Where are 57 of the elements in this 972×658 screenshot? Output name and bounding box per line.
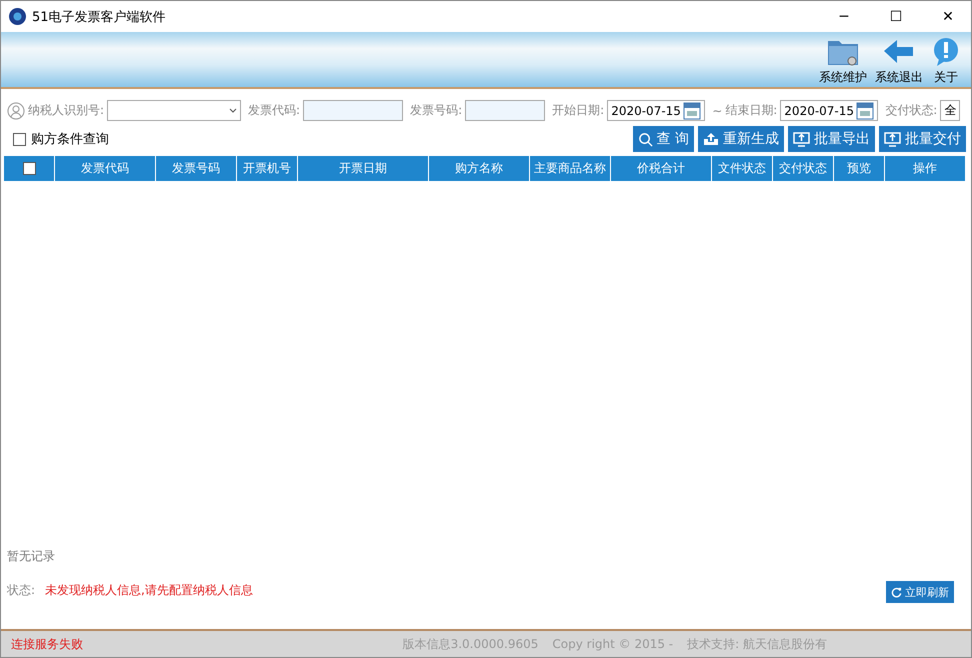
field-label: 纳税人识别号: [28,102,104,119]
app-logo-icon [9,8,26,25]
status-label: 状态: [7,582,36,599]
window-control-button[interactable]: ─ [821,1,867,32]
connection-status: 连接服务失败 [11,636,83,652]
column-header: 开票机号 [243,160,291,177]
support-text: 技术支持: 航天信息股份有 [687,636,827,652]
field-label: 结束日期: [725,102,778,119]
checkbox-label: 购方条件查询 [31,131,110,148]
column-header: 购方名称 [455,160,503,177]
column-header: 开票日期 [339,160,387,177]
search-icon [638,132,653,146]
refresh-icon [891,586,902,598]
field-label: 开始日期: [552,102,604,119]
action-button[interactable]: 批量交付 [879,126,966,152]
column-header: 主要商品名称 [534,160,606,177]
field-label: 发票号码: [410,102,462,119]
copyright-text: Copy right © 2015 - [552,637,674,651]
window-control-button[interactable]: ✕ [925,1,971,32]
upload-tray-icon [703,132,719,146]
window-control-button[interactable]: ☐ [873,1,919,32]
field-label: 交付状态: [885,102,938,119]
refresh-button[interactable]: 立即刷新 [886,581,954,603]
monitor-upload-icon [884,132,901,146]
invoice-code-field[interactable] [303,100,404,121]
start-date-field[interactable]: 2020-07-15 [607,100,706,121]
field-label: 发票代码: [248,102,300,119]
checkbox[interactable] [13,132,26,146]
invoice-number-field[interactable] [465,100,546,121]
calendar-icon[interactable] [683,102,702,120]
column-header: 预览 [847,160,871,177]
column-header: 文件状态 [718,160,766,177]
taxpayer-id-dropdown[interactable] [107,100,242,121]
status-message: 未发现纳税人信息,请先配置纳税人信息 [45,582,253,599]
person-icon [7,102,25,120]
caret-icon [229,108,238,113]
window-title: 51电子发票客户端软件 [32,8,167,26]
toolbar-button[interactable]: 系统维护 [819,37,867,86]
column-header: 操作 [913,160,937,177]
calendar-icon[interactable] [856,102,874,120]
action-button[interactable]: 重新生成 [698,126,784,152]
column-header: 交付状态 [779,160,827,177]
column-header: 价税合计 [637,160,685,177]
column-header: 发票号码 [172,160,220,177]
version-text: 版本信息3.0.0000.9605 [402,636,538,652]
range-separator: ~ [712,104,722,118]
delivery-status-dropdown[interactable]: 全 [940,100,960,121]
empty-message: 暂无记录 [7,548,56,565]
action-button[interactable]: 批量导出 [788,126,875,152]
action-button[interactable]: 查 询 [632,126,694,152]
select-all-checkbox[interactable] [22,162,36,175]
end-date-field[interactable]: 2020-07-15 [780,100,878,121]
toolbar-button[interactable]: 系统退出 [875,37,923,86]
monitor-upload-icon [793,132,810,146]
toolbar-button[interactable]: 关于 [931,37,961,86]
exclamation-bubble-icon [931,37,961,67]
column-header: 发票代码 [81,160,129,177]
